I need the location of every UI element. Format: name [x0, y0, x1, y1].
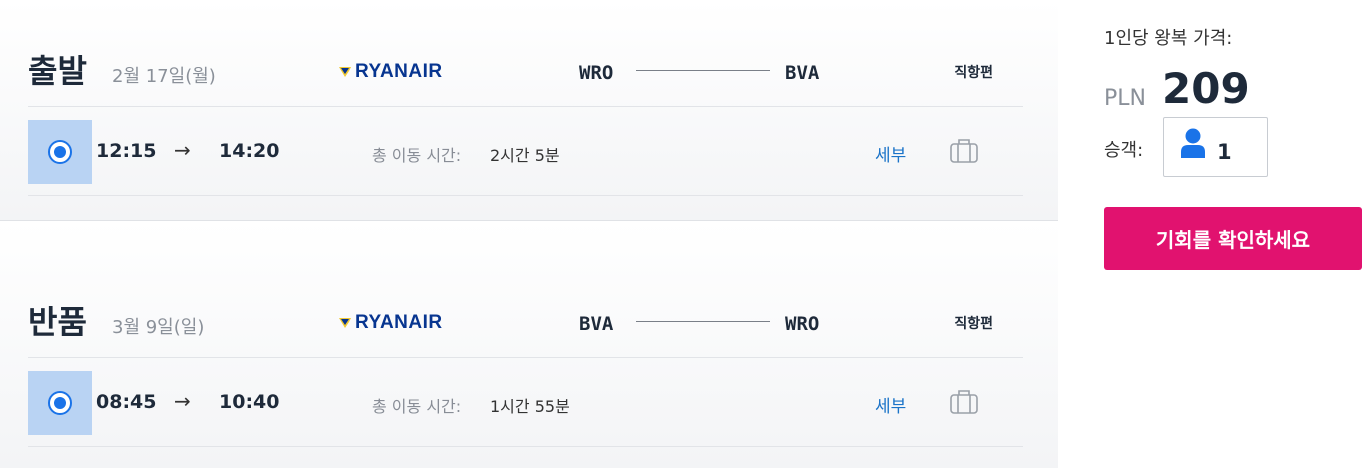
person-icon — [1181, 128, 1205, 158]
passenger-selector[interactable]: 1 — [1163, 117, 1268, 177]
details-link[interactable]: 세부 — [875, 392, 906, 417]
check-deal-button[interactable]: 기회를 확인하세요 — [1104, 207, 1362, 270]
arrive-time: 10:40 — [219, 391, 280, 413]
duration-value: 1시간 55분 — [490, 397, 570, 416]
route-line — [636, 70, 770, 71]
airline-logo: RYANAIR — [338, 61, 443, 83]
flight-type: 직항편 — [954, 316, 993, 332]
outbound-date: 2월 17일(월) — [112, 66, 216, 87]
outbound-panel: 출발 2월 17일(월) RYANAIR WRO BVA 직항편 12:15 →… — [0, 0, 1058, 221]
destination-code: WRO — [785, 313, 820, 335]
return-select-radio[interactable] — [28, 371, 92, 435]
outbound-header: 출발 2월 17일(월) RYANAIR WRO BVA 직항편 — [28, 47, 1023, 107]
return-header: 반품 3월 9일(일) RYANAIR BVA WRO 직항편 — [28, 298, 1023, 358]
airline-name: RYANAIR — [355, 61, 443, 82]
price-sidebar: 1인당 왕복 가격: PLN 209 승객: 1 기회를 확인하세요 — [1104, 0, 1367, 468]
flight-type: 직항편 — [954, 65, 993, 81]
route-line — [636, 321, 770, 322]
destination-code: BVA — [785, 62, 820, 84]
currency: PLN — [1104, 86, 1146, 111]
ryanair-harp-icon — [339, 318, 351, 328]
passengers-label: 승객: — [1104, 140, 1144, 161]
depart-time: 12:15 — [96, 140, 157, 162]
arrow-icon: → — [174, 138, 191, 162]
arrive-time: 14:20 — [219, 140, 280, 162]
price-value: 209 — [1162, 64, 1250, 113]
passenger-count: 1 — [1217, 140, 1232, 164]
outbound-title: 출발 — [28, 52, 87, 90]
duration-value: 2시간 5분 — [490, 146, 560, 165]
baggage-icon[interactable] — [949, 137, 979, 169]
details-link[interactable]: 세부 — [875, 141, 906, 166]
outbound-select-radio[interactable] — [28, 120, 92, 184]
radio-selected-icon — [48, 140, 72, 164]
airline-name: RYANAIR — [355, 312, 443, 333]
outbound-flight-row[interactable]: 12:15 → 14:20 총 이동 시간: 2시간 5분 세부 — [28, 107, 1023, 196]
radio-selected-icon — [48, 391, 72, 415]
duration-label: 총 이동 시간: — [372, 146, 462, 165]
arrow-icon: → — [174, 389, 191, 413]
return-panel: 반품 3월 9일(일) RYANAIR BVA WRO 직항편 08:45 → … — [0, 221, 1058, 468]
origin-code: BVA — [579, 313, 614, 335]
baggage-icon[interactable] — [949, 388, 979, 420]
origin-code: WRO — [579, 62, 614, 84]
depart-time: 08:45 — [96, 391, 157, 413]
per-person-label: 1인당 왕복 가격: — [1104, 28, 1233, 49]
airline-logo: RYANAIR — [338, 312, 443, 334]
return-flight-row[interactable]: 08:45 → 10:40 총 이동 시간: 1시간 55분 세부 — [28, 358, 1023, 447]
return-date: 3월 9일(일) — [112, 317, 205, 338]
ryanair-harp-icon — [339, 67, 351, 77]
duration-label: 총 이동 시간: — [372, 397, 462, 416]
return-title: 반품 — [28, 303, 87, 341]
